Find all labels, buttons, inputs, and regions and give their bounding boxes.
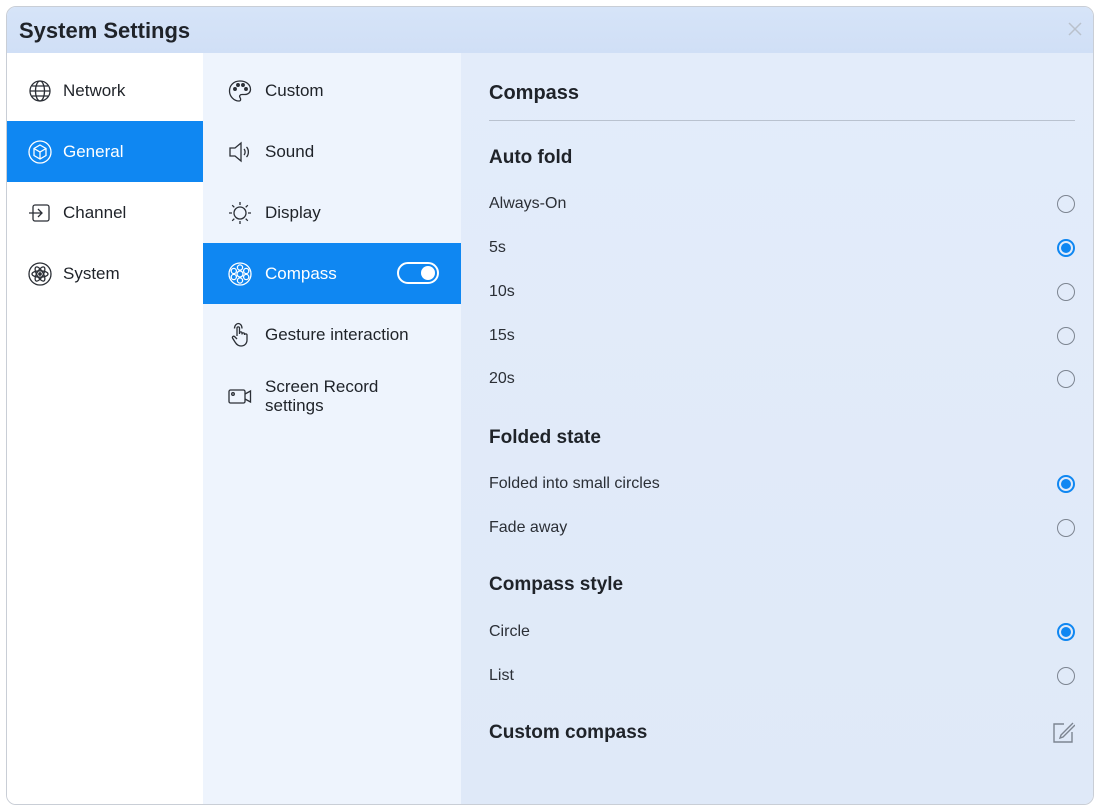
option-label: 5s: [489, 239, 506, 256]
cube-icon: [28, 139, 52, 164]
speaker-icon: [229, 141, 250, 162]
atom-icon: [28, 261, 52, 286]
submenu-item-display[interactable]: Display: [203, 182, 461, 243]
radio-button[interactable]: [1057, 327, 1075, 345]
edit-icon[interactable]: [1051, 721, 1075, 745]
toggle-knob: [421, 266, 435, 280]
submenu-item-compass[interactable]: Compass: [203, 243, 461, 304]
sidebar-item-network[interactable]: Network: [7, 60, 203, 121]
option-label: List: [489, 667, 514, 684]
radio-button[interactable]: [1057, 623, 1075, 641]
palette-icon: [228, 79, 252, 102]
submenu-item-gesture[interactable]: Gesture interaction: [203, 304, 461, 365]
option-folded-small-circles[interactable]: Folded into small circles: [489, 470, 1075, 498]
option-circle[interactable]: Circle: [489, 618, 1075, 646]
option-5s[interactable]: 5s: [489, 234, 1075, 262]
camera-icon: [228, 388, 252, 404]
compass-settings-panel: Compass Auto fold Always-On 5s 10s 15s 2…: [461, 53, 1093, 804]
option-label: Circle: [489, 623, 530, 640]
sidebar-item-label: Network: [63, 80, 126, 100]
option-20s[interactable]: 20s: [489, 365, 1075, 393]
label-line-2: settings: [265, 395, 324, 415]
option-always-on[interactable]: Always-On: [489, 190, 1075, 218]
sidebar-item-label: General: [63, 141, 124, 161]
compass-toggle[interactable]: [397, 262, 439, 284]
option-10s[interactable]: 10s: [489, 278, 1075, 306]
sidebar-item-label: Channel: [63, 202, 127, 222]
settings-window: System Settings Network General Channel …: [6, 6, 1094, 805]
compass-icon: [228, 261, 252, 286]
radio-button[interactable]: [1057, 283, 1075, 301]
radio-button[interactable]: [1057, 239, 1075, 257]
option-label: Fade away: [489, 519, 568, 536]
submenu-item-label: Compass: [265, 263, 337, 283]
sidebar-item-general[interactable]: General: [7, 121, 203, 182]
custom-compass-row[interactable]: Custom compass: [489, 719, 1075, 747]
sidebar-item-channel[interactable]: Channel: [7, 182, 203, 243]
submenu-item-label: Custom: [265, 80, 324, 100]
brightness-icon: [229, 201, 251, 224]
option-label: Folded into small circles: [489, 475, 660, 492]
close-icon[interactable]: [1065, 19, 1085, 39]
label-line-1: Screen Record: [265, 376, 379, 396]
submenu-item-label: Display: [265, 202, 321, 222]
title-bar: System Settings: [7, 7, 1093, 53]
option-label: 10s: [489, 283, 515, 300]
compass-style-heading: Compass style: [489, 574, 624, 595]
page-title: Compass: [489, 82, 580, 104]
globe-icon: [29, 79, 51, 102]
option-fade-away[interactable]: Fade away: [489, 514, 1075, 542]
category-sidebar: Network General Channel System: [7, 53, 203, 804]
submenu-item-custom[interactable]: Custom: [203, 60, 461, 121]
option-label: Always-On: [489, 195, 567, 212]
window-title: System Settings: [19, 18, 191, 43]
sidebar-item-system[interactable]: System: [7, 243, 203, 304]
radio-button[interactable]: [1057, 519, 1075, 537]
custom-compass-heading: Custom compass: [489, 722, 648, 743]
option-list[interactable]: List: [489, 662, 1075, 690]
radio-button[interactable]: [1057, 370, 1075, 388]
general-submenu: Custom Sound Display Compass Gesture int…: [203, 53, 461, 804]
submenu-item-screen-record[interactable]: Screen Record settings: [203, 365, 461, 426]
option-15s[interactable]: 15s: [489, 322, 1075, 350]
input-icon: [29, 203, 50, 222]
submenu-item-label: Gesture interaction: [265, 324, 409, 344]
radio-button[interactable]: [1057, 195, 1075, 213]
submenu-item-sound[interactable]: Sound: [203, 121, 461, 182]
option-label: 15s: [489, 327, 515, 344]
divider: [489, 120, 1075, 121]
sidebar-item-label: System: [63, 263, 120, 283]
option-label: 20s: [489, 370, 515, 387]
submenu-item-label: Sound: [265, 141, 315, 161]
hand-icon: [231, 322, 248, 347]
folded-state-heading: Folded state: [489, 427, 601, 448]
radio-button[interactable]: [1057, 667, 1075, 685]
submenu-item-label: Screen Record settings: [265, 377, 378, 415]
radio-button[interactable]: [1057, 475, 1075, 493]
auto-fold-heading: Auto fold: [489, 147, 573, 168]
